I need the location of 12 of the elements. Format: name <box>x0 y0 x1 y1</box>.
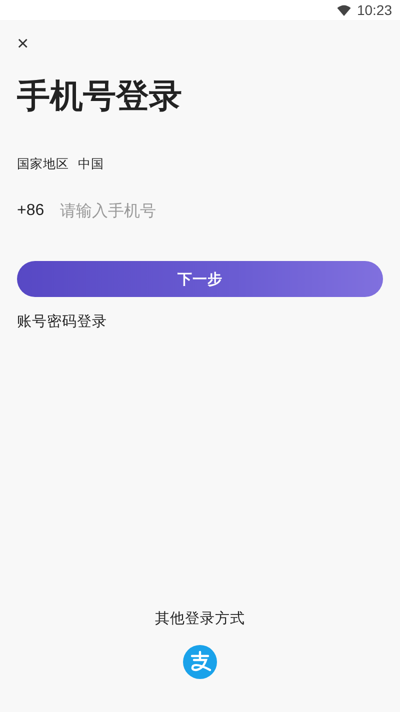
other-login-label: 其他登录方式 <box>155 610 245 628</box>
password-login-link[interactable]: 账号密码登录 <box>17 312 107 331</box>
wifi-icon <box>336 4 351 16</box>
country-code[interactable]: +86 <box>17 202 44 220</box>
next-button[interactable]: 下一步 <box>17 261 383 297</box>
region-label: 国家地区 <box>17 156 69 173</box>
region-value[interactable]: 中国 <box>78 156 104 173</box>
phone-field[interactable]: 请输入手机号 <box>60 201 260 220</box>
status-time: 10:23 <box>356 2 392 18</box>
close-button[interactable]: × <box>17 34 29 54</box>
payment-logo-icon[interactable] <box>183 645 217 679</box>
page-title: 手机号登录 <box>17 75 183 117</box>
